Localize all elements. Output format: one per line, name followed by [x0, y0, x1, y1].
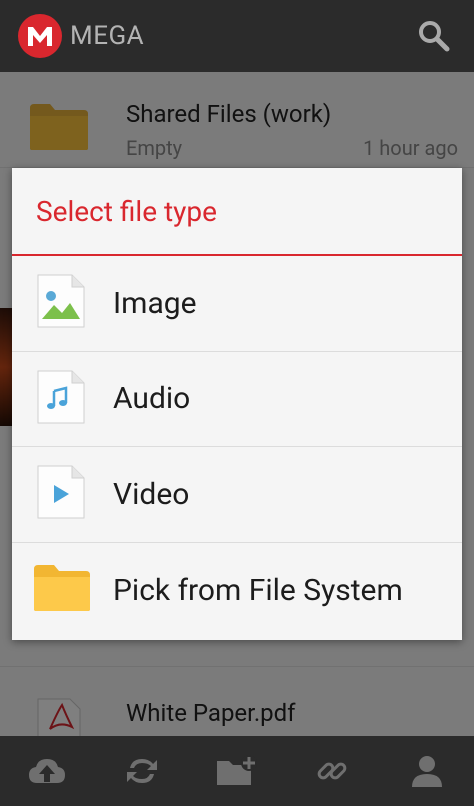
option-audio[interactable]: Audio	[12, 352, 462, 447]
sync-icon[interactable]	[118, 747, 166, 795]
video-file-icon	[36, 464, 86, 524]
folder-icon	[32, 563, 92, 617]
search-icon[interactable]	[412, 14, 456, 58]
app-bar: MEGA	[0, 0, 474, 72]
select-file-type-dialog: Select file type Image Audio Video Pick …	[12, 168, 462, 640]
mega-logo-icon[interactable]	[18, 14, 62, 58]
option-label: Pick from File System	[113, 572, 403, 608]
option-pick-from-file-system[interactable]: Pick from File System	[12, 543, 462, 639]
option-image[interactable]: Image	[12, 256, 462, 352]
image-file-icon	[36, 273, 86, 333]
new-folder-icon[interactable]	[213, 747, 261, 795]
upload-icon[interactable]	[23, 747, 71, 795]
app-title: MEGA	[70, 21, 145, 51]
audio-file-icon	[36, 369, 86, 429]
account-icon[interactable]	[403, 747, 451, 795]
option-label: Image	[113, 285, 197, 321]
option-label: Video	[113, 476, 190, 512]
option-video[interactable]: Video	[12, 447, 462, 543]
dialog-title: Select file type	[12, 168, 462, 256]
option-label: Audio	[113, 381, 191, 417]
link-icon[interactable]	[308, 747, 356, 795]
bottom-toolbar	[0, 736, 474, 806]
